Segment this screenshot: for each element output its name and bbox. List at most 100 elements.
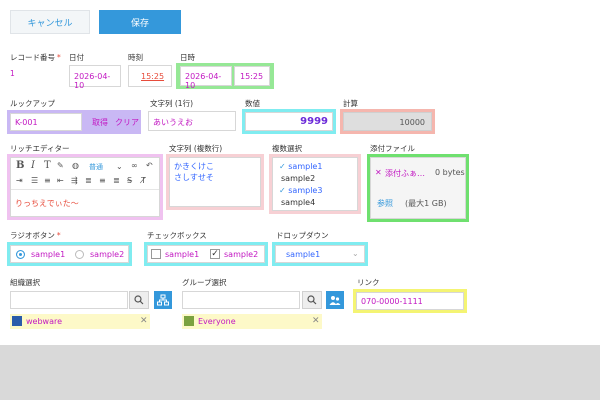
font-size-select[interactable]: 普通 [89,162,103,172]
radio-label: ラジオボタン * [10,231,61,240]
remove-group-icon[interactable]: ✕ [312,316,320,326]
number-list-icon[interactable]: ≡ [44,176,51,185]
align-center-icon[interactable]: ≡ [99,176,106,185]
attachment-file-name[interactable]: 添付ふぁ… [385,168,425,179]
text-multi-line1: かきくけこ [174,162,214,171]
link-label: リンク [357,278,380,287]
time-value: 15:25 [141,72,165,81]
browse-button[interactable]: 参照 [377,198,393,209]
dropdown-select[interactable]: sample1 ⌄ [275,245,365,263]
required-mark: * [57,53,61,62]
checkbox-sample2-label: sample2 [224,250,259,259]
number-label: 数値 [245,99,260,108]
calc-field: 10000 [343,112,432,131]
text-color-icon[interactable]: ✎ [57,161,64,170]
datetime-label: 日時 [180,53,195,62]
org-label: 組織選択 [10,278,40,287]
search-icon[interactable] [129,291,149,309]
checkbox-group: sample1 ✓ sample2 [147,245,265,263]
chevron-down-icon[interactable]: ⌄ [116,162,123,171]
text-multi-textarea[interactable]: かきくけこ さしすせそ [169,157,261,207]
link-value: 070-0000-1111 [361,297,423,306]
calc-value: 10000 [399,118,425,127]
link-icon[interactable]: ∞ [131,161,138,170]
clear-format-icon[interactable]: T̸ [141,176,146,185]
date-value: 2026-04-10 [74,72,111,90]
multi-select-label: 複数選択 [272,144,302,153]
attachment-file-size: 0 bytes [435,168,465,177]
checkbox-label: チェックボックス [147,231,207,240]
align-left-icon[interactable]: ≣ [85,176,92,185]
dropdown-value: sample1 [286,250,321,259]
lookup-value: K-001 [15,118,38,127]
radio-sample2[interactable] [75,250,84,259]
number-value: 9999 [300,116,328,127]
multi-option-3[interactable]: ✓ sample3 [279,186,322,195]
org-selected-chip: webware ✕ [10,314,150,329]
org-search-input[interactable] [10,291,128,309]
datetime-time-value: 15:25 [240,72,264,81]
indent-more-icon[interactable]: ⇶ [71,176,78,185]
org-tree-icon[interactable] [154,291,172,309]
check-icon: ✓ [279,186,286,195]
org-selected-name: webware [26,317,63,326]
record-no-value: 1 [10,69,15,78]
align-right-icon[interactable]: ≣ [113,176,120,185]
multi-option-4[interactable]: sample4 [281,198,315,207]
link-input[interactable]: 070-0000-1111 [356,292,464,310]
bold-icon[interactable]: B [16,160,24,171]
multi-option-1[interactable]: ✓ sample1 [279,162,322,171]
checkbox-sample2[interactable]: ✓ [210,249,220,259]
remove-file-icon[interactable]: ✕ [375,168,382,177]
search-icon[interactable] [302,291,322,309]
required-mark: * [56,231,61,240]
check-icon: ✓ [279,162,286,171]
number-input[interactable]: 9999 [245,112,333,131]
bullet-list-icon[interactable]: ☰ [31,176,38,185]
group-label: グループ選択 [182,278,227,287]
datetime-date-value: 2026-04-10 [185,72,222,90]
dropdown-label: ドロップダウン [276,231,329,240]
record-no-label: レコード番号 * [10,53,61,62]
group-selected-name: Everyone [198,317,236,326]
group-selected-chip: Everyone ✕ [182,314,322,329]
checkbox-sample1-label: sample1 [165,250,200,259]
lookup-label: ルックアップ [10,99,55,108]
cancel-button[interactable]: キャンセル [10,10,90,34]
multi-option-2[interactable]: sample2 [281,174,315,183]
bg-color-icon[interactable]: ◍ [72,161,79,170]
date-field[interactable]: 2026-04-10 [69,65,121,90]
italic-icon[interactable]: I [31,160,35,171]
text-single-value: あいうえお [153,118,193,127]
undo-icon[interactable]: ↶ [146,161,153,170]
group-icon[interactable] [326,291,344,309]
time-label: 時刻 [128,53,143,62]
text-single-input[interactable]: あいうえお [148,111,236,131]
strikethrough-icon[interactable]: S̶ [127,176,132,185]
outdent-icon[interactable]: ⇤ [57,176,64,185]
lookup-fetch-button[interactable]: 取得 [92,117,108,128]
lookup-input[interactable]: K-001 [10,113,82,131]
lookup-clear-button[interactable]: クリア [115,117,139,128]
datetime-time-field[interactable]: 15:25 [234,66,270,86]
checkbox-sample1[interactable] [151,249,161,259]
save-button[interactable]: 保存 [99,10,181,34]
rich-toolbar-divider [11,189,159,190]
org-icon [12,316,22,326]
text-multi-line2: さしすせそ [174,173,214,182]
multi-select-list[interactable]: ✓ sample1 sample2 ✓ sample3 sample4 [272,157,358,211]
group-chip-icon [184,316,194,326]
record-edit-page: キャンセル 保存 レコード番号 * 1 日付 2026-04-10 時刻 15:2… [0,0,600,345]
group-search-input[interactable] [182,291,300,309]
time-field[interactable]: 15:25 [128,65,172,87]
calc-label: 計算 [343,99,358,108]
font-icon[interactable]: T [44,160,51,171]
date-label: 日付 [69,53,84,62]
radio-group: sample1 sample2 [10,245,129,263]
radio-sample1[interactable] [16,250,25,259]
indent-icon[interactable]: ⇥ [16,176,23,185]
datetime-date-field[interactable]: 2026-04-10 [180,66,232,90]
rich-editor[interactable]: B I T ✎ ◍ 普通 ⌄ ∞ ↶ ⇥ ☰ ≡ ⇤ ⇶ ≣ ≡ ≣ S̶ T̸… [10,157,160,217]
attachment-label: 添付ファイル [370,144,415,153]
remove-org-icon[interactable]: ✕ [140,316,148,326]
